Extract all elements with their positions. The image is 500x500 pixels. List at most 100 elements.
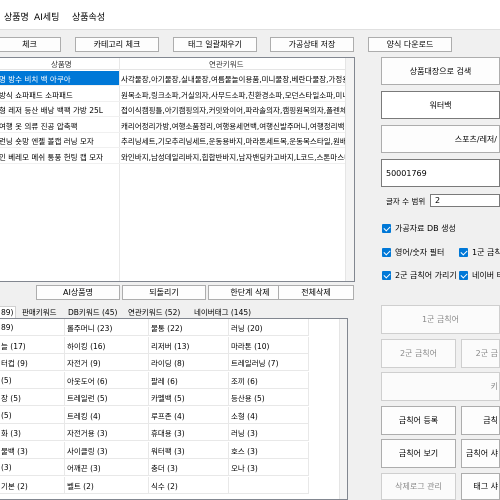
table-row[interactable]: 런닝 숏망 엔젤 볼캡 러닝 모자 추리닝세트,기모추리닝세트,운동용바지,마라톤… [0,133,354,148]
keyword-cell[interactable]: 롤주머니 (23) [65,319,149,336]
keyword-cell[interactable]: 터컵 (9) [0,354,65,371]
table-row[interactable]: 명 방수 비치 백 아쿠아 사각물장,아기물장,실내물장,여름물놀이용품,미니물장… [0,71,354,86]
checkbox-checked-icon [459,248,468,257]
table-row[interactable]: 형 레저 등산 배낭 백팩 가방 25L 접이식캠핑틀,아기캠핑의자,커밋와이어,… [0,102,354,117]
keyword-cell[interactable]: 기본 (2) [0,476,65,494]
column-header-name: 상품명 [51,60,72,69]
related-keywords-cell: 접이식캠핑틀,아기캠핑의자,커밋와이어,파라솔의자,캠핑원목의자,폴렌체 [121,106,346,115]
delete-all-button[interactable]: 전체삭제 [278,285,354,300]
menu-product-name[interactable]: 상품명 [4,10,29,23]
keyword-cell[interactable]: 워터팩 (3) [149,441,229,459]
product-table[interactable]: 상품명 연관키워드 명 방수 비치 백 아쿠아 사각물장,아기물장,실내물장,여름… [0,57,355,282]
keyword-cell[interactable]: 늘 (17) [0,336,65,354]
delete-log-button[interactable]: 삭제로그 관리 [381,473,456,500]
keyword-cell[interactable]: 사이클링 (3) [65,441,149,459]
keyword-cell[interactable]: 휴대용 (3) [149,424,229,441]
category-button[interactable]: 스포츠/레저/ [381,125,500,153]
eng-num-filter-checkbox[interactable]: 영어/숫자 필터 [382,247,444,258]
table-scrollbar[interactable] [345,58,354,281]
keyword-cell[interactable]: (5) [0,406,65,424]
keyword-cell[interactable]: 트레일러닝 (7) [229,354,309,371]
related-keywords-cell: 캐리어정리가방,여행소품정리,여행용세면백,여행신발주머니,여행정리백, [121,121,346,131]
tab-keyword-count[interactable]: 89) [0,306,16,318]
table-row[interactable]: 여행 옷 의류 진공 압축팩 캐리어정리가방,여행소품정리,여행용세면백,여행신발… [0,118,354,133]
related-keywords-cell: 와인바지,남성데일리바지,힙합반바지,남자밴딩카고바지,L코드,스톤마스터 [121,152,346,162]
menu-product-attributes[interactable]: 상품속성 [72,10,105,23]
menu-bar: 상품명 AI세팅 상품속성 [0,0,500,30]
product-name-cell: 여행 옷 의류 진공 압축팩 [0,121,78,131]
char-range-label: 글자 수 범위 [386,197,426,206]
keyword-cell[interactable]: 벨트 (2) [65,476,149,494]
ai-product-name-button[interactable]: AI상품명 [36,285,120,300]
keyword-cell[interactable]: 자전거 (9) [65,354,149,371]
keyword-cell[interactable]: 물통 (22) [149,319,229,336]
keyword-cell[interactable]: 등산용 (5) [229,389,309,406]
template-download-button[interactable]: 양식 다운로드 [368,37,452,52]
keyword-cell[interactable]: 소형 (4) [229,406,309,424]
char-range-input[interactable]: 2 [430,194,500,207]
keyword-cell[interactable]: 루프존 (4) [149,406,229,424]
tab-db-keywords[interactable]: DB키워드 (45) [66,306,119,318]
keyword-cell[interactable]: 충더 (3) [149,459,229,476]
keyword-cell[interactable]: 라이딩 (8) [149,354,229,371]
keyword-cell[interactable]: 카멜백 (5) [149,389,229,406]
keyword-cell[interactable]: 마라톤 (10) [229,336,309,354]
keyword-cell[interactable]: 식수 (2) [149,476,229,494]
keyword-cell[interactable]: 러닝 (20) [229,319,309,336]
keyword-cell[interactable]: 오나 (3) [229,459,309,476]
keyword-button[interactable]: 키 [381,372,500,401]
tab-sales-keywords[interactable]: 판매키워드 [20,306,59,318]
undo-button[interactable]: 되돌리기 [122,285,206,300]
tag-search-button[interactable]: 태그 샤 [461,473,500,500]
tab-naver-tags[interactable]: 네이버태그 (145) [192,306,253,318]
tab-related-keywords[interactable]: 연관키워드 (52) [126,306,182,318]
toolbar: 체크 카테고리 체크 태그 일괄채우기 가공상태 저장 양식 다운로드 [0,30,500,56]
ban-search-button[interactable]: 금칙어 샤 [461,439,500,468]
ban-register-secondary-button[interactable]: 금칙 [461,406,500,435]
ban1-button[interactable]: 1군 금칙어 [381,305,500,334]
search-by-ledger-button[interactable]: 상품대장으로 검색 [381,57,500,85]
keyword-cell[interactable]: 장 (5) [0,389,65,406]
product-name-cell: 방식 쇼파패드 소파패드 [0,90,73,100]
keyword-cell[interactable]: 물백 (3) [0,441,65,459]
category-code-field[interactable]: 50001769 [381,159,500,187]
keyword-cell[interactable]: 호스 (3) [229,441,309,459]
ban2-hide-checkbox[interactable]: 2군 금칙어 가리기 [382,270,457,281]
keyword-cell[interactable] [229,476,309,494]
naver-tag-checkbox[interactable]: 네이버 태 [459,270,500,281]
checkbox-checked-icon [382,224,391,233]
table-header: 상품명 연관키워드 [0,58,354,70]
keyword-cell[interactable]: 어깨끈 (3) [65,459,149,476]
ban2-button-secondary[interactable]: 2군 금 [461,339,500,368]
keyword-cell[interactable]: 러닝 (3) [229,424,309,441]
keyword-cell[interactable]: 아웃도어 (6) [65,371,149,389]
column-header-keywords: 연관키워드 [209,60,244,69]
ban2-button[interactable]: 2군 금칙어 [381,339,456,368]
menu-ai-settings[interactable]: AI세팅 [34,10,59,23]
save-processing-button[interactable]: 가공상태 저장 [270,37,354,52]
keyword-cell[interactable]: 팔레 (6) [149,371,229,389]
table-row[interactable]: 인 베레모 메쉬 통풍 헌팅 캡 모자 와인바지,남성데일리바지,힙합반바지,남자… [0,149,354,164]
category-check-button[interactable]: 카테고리 체크 [75,37,159,52]
keyword-cell[interactable]: 리저버 (13) [149,336,229,354]
checkbox-checked-icon [382,271,391,280]
keyword-cell[interactable]: 조끼 (6) [229,371,309,389]
keyword-cell[interactable]: 자전거용 (3) [65,424,149,441]
product-name-field[interactable]: 워터백 [381,91,500,119]
ban-register-button[interactable]: 금칙어 등록 [381,406,456,435]
keyword-cell[interactable]: 트레일런 (5) [65,389,149,406]
table-row[interactable]: 방식 쇼파패드 소파패드 원목소파,링크소파,거실의자,사무드소파,친환경소파,모… [0,87,354,102]
keyword-cell[interactable]: (5) [0,371,65,389]
ban-view-button[interactable]: 금칙어 보기 [381,439,456,468]
keyword-grid-scrollbar[interactable] [339,319,347,499]
ban1-checkbox[interactable]: 1군 금칙 [459,247,500,258]
keyword-grid[interactable]: 89) 롤주머니 (23) 물통 (22) 러닝 (20) 늘 (17) 하이킹 (16)… [0,318,348,500]
keyword-cell[interactable]: 화 (3) [0,424,65,441]
keyword-cell[interactable]: (3) [0,459,65,476]
keyword-cell[interactable]: 하이킹 (16) [65,336,149,354]
db-create-checkbox[interactable]: 가공자료 DB 생성 [382,223,456,234]
keyword-cell[interactable]: 89) [0,319,65,336]
keyword-cell[interactable]: 트레킹 (4) [65,406,149,424]
tag-fill-button[interactable]: 태그 일괄채우기 [173,37,257,52]
check-button[interactable]: 체크 [0,37,61,52]
